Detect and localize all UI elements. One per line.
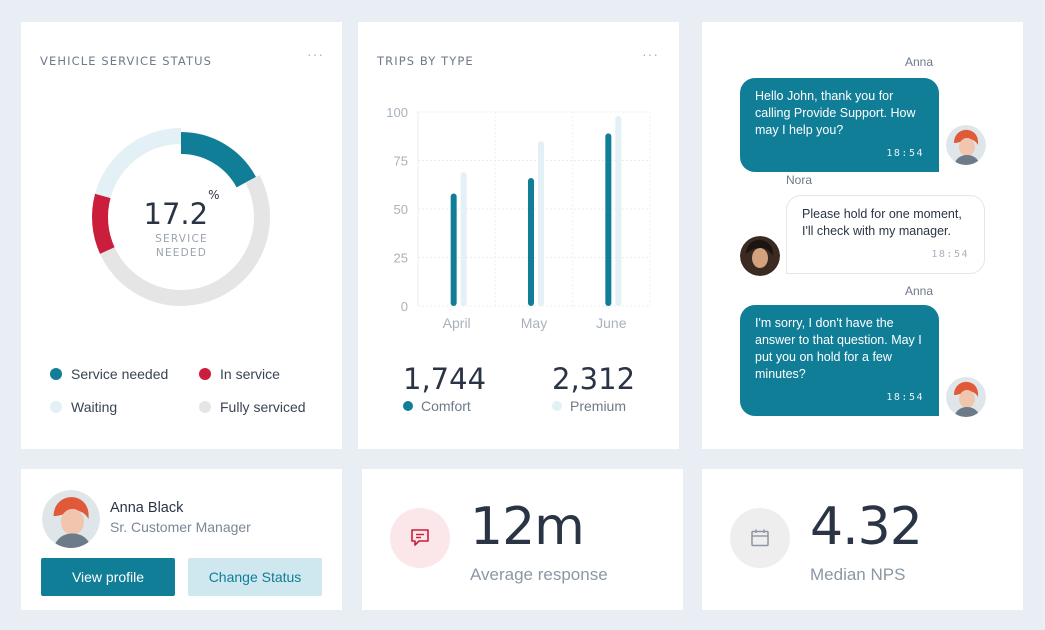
- more-icon[interactable]: ···: [307, 46, 324, 62]
- message-time: 18:54: [886, 148, 924, 159]
- card-title: VEHICLE SERVICE STATUS: [40, 54, 213, 68]
- metric-label: Median NPS: [810, 565, 906, 584]
- profile-role: Sr. Customer Manager: [110, 519, 251, 535]
- stat-comfort: 1,744 Comfort: [403, 362, 486, 414]
- chat-sender-name: Anna: [905, 284, 934, 298]
- y-tick-label: 100: [386, 105, 408, 120]
- stat-value: 2,312: [552, 362, 636, 396]
- view-profile-button[interactable]: View profile: [41, 558, 175, 596]
- bar-comfort: [605, 133, 612, 306]
- chat-message-in: Please hold for one moment, I'll check w…: [786, 195, 985, 274]
- stat-label: Comfort: [403, 398, 486, 414]
- chat-sender-name: Nora: [786, 173, 813, 187]
- legend-dot: [199, 401, 211, 413]
- trips-card: TRIPS BY TYPE ··· 0 25 50 75 100 April May June…: [358, 22, 679, 449]
- chat-card: Anna Hello John, thank you for calling P…: [702, 22, 1023, 449]
- donut-value: 17.2%: [143, 188, 220, 231]
- legend-waiting: Waiting: [50, 399, 117, 415]
- metric-value: 4.32: [810, 497, 923, 557]
- legend-service-needed: Service needed: [50, 366, 168, 382]
- metric-value: 12m: [470, 497, 585, 557]
- legend-dot: [50, 368, 62, 380]
- legend-fully-serviced: Fully serviced: [199, 399, 306, 415]
- change-status-button[interactable]: Change Status: [188, 558, 322, 596]
- y-tick-label: 25: [394, 251, 408, 266]
- message-time: 18:54: [886, 392, 924, 403]
- donut-segment: [95, 128, 182, 199]
- avatar: [946, 125, 986, 165]
- y-tick-label: 75: [394, 154, 408, 169]
- legend-dot: [50, 401, 62, 413]
- stat-label: Premium: [552, 398, 635, 414]
- avatar: [946, 377, 986, 417]
- legend-dot: [403, 401, 413, 411]
- stat-premium: 2,312 Premium: [552, 362, 635, 414]
- donut-segment: [180, 132, 256, 188]
- bar-premium: [538, 141, 544, 306]
- legend-in-service: In service: [199, 366, 280, 382]
- trips-bar-chart: 0 25 50 75 100 April May June: [386, 105, 651, 331]
- bar-premium: [460, 172, 467, 306]
- y-tick-label: 50: [394, 202, 408, 217]
- chat-icon: [390, 508, 450, 568]
- vehicle-status-card: VEHICLE SERVICE STATUS ··· 17.2% SERVICE…: [21, 22, 342, 449]
- bar-comfort: [528, 177, 534, 306]
- metric-label: Average response: [470, 565, 608, 584]
- average-response-card: 12m Average response: [362, 469, 683, 610]
- donut-label: SERVICE NEEDED: [155, 233, 208, 259]
- bar-premium: [615, 115, 622, 306]
- legend-dot: [199, 368, 211, 380]
- x-tick-label: May: [521, 315, 547, 331]
- avatar: [740, 236, 780, 276]
- median-nps-card: 4.32 Median NPS: [702, 469, 1023, 610]
- y-tick-label: 0: [401, 299, 408, 314]
- chat-message-out: Hello John, thank you for calling Provid…: [740, 78, 939, 172]
- legend-dot: [552, 401, 562, 411]
- x-tick-label: April: [443, 315, 471, 331]
- profile-name: Anna Black: [110, 500, 184, 516]
- profile-card: Anna Black Sr. Customer Manager View pro…: [21, 469, 342, 610]
- calendar-icon: [730, 508, 790, 568]
- stat-value: 1,744: [403, 362, 487, 396]
- x-tick-label: June: [596, 315, 627, 331]
- bar-comfort: [450, 193, 457, 306]
- chat-sender-name: Anna: [905, 55, 934, 69]
- avatar[interactable]: [42, 490, 100, 548]
- message-time: 18:54: [931, 249, 969, 260]
- chat-message-out: I'm sorry, I don't have the answer to th…: [740, 305, 939, 416]
